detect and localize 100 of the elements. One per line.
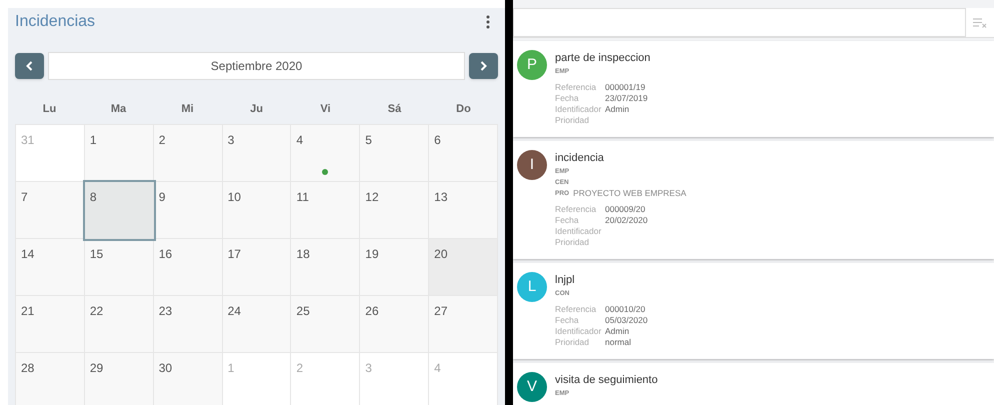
code-value: PROYECTO WEB EMPRESA	[573, 188, 686, 199]
day-number: 26	[365, 304, 379, 318]
calendar-day[interactable]: 4	[291, 125, 360, 182]
card-title: incidencia	[555, 151, 605, 166]
field-label: Fecha	[555, 93, 580, 104]
field-value: 000010/20	[605, 304, 646, 315]
weekday-label: Mi	[180, 102, 195, 118]
calendar-day[interactable]: 22	[84, 296, 154, 353]
month-field: Septiembre 2020	[48, 52, 465, 80]
day-number: 2	[296, 361, 304, 375]
day-number: 28	[21, 361, 34, 375]
calendar-day[interactable]: 28	[16, 353, 85, 405]
field-value: 20/02/2020	[605, 215, 649, 226]
day-number: 12	[365, 190, 379, 204]
field-label: Prioridad	[555, 115, 590, 126]
field-label: Referencia	[555, 82, 598, 93]
day-number: 23	[158, 304, 172, 318]
field-label: Referencia	[555, 204, 598, 215]
calendar-day[interactable]: 13	[429, 182, 498, 239]
calendar-day[interactable]: 17	[222, 239, 292, 296]
day-number: 15	[90, 247, 104, 261]
calendar-day[interactable]: 1	[84, 125, 154, 182]
day-number: 1	[90, 133, 97, 147]
calendar-day[interactable]: 14	[16, 239, 85, 296]
day-number: 7	[21, 190, 28, 204]
day-number: 3	[228, 133, 234, 147]
field-value: Admin	[605, 104, 630, 115]
calendar-day[interactable]: 20	[429, 239, 498, 296]
day-number: 18	[296, 247, 310, 261]
day-number: 11	[296, 190, 309, 204]
avatar: I	[517, 150, 547, 180]
day-number: 8	[90, 190, 97, 204]
calendar-day[interactable]: 2	[154, 125, 223, 182]
card-title: visita de seguimiento	[555, 373, 658, 388]
calendar-day[interactable]: 8	[84, 182, 154, 239]
day-number: 6	[434, 133, 441, 147]
day-number: 9	[158, 190, 166, 204]
field-label: Identificador	[555, 226, 602, 237]
calendar-day[interactable]: 18	[291, 239, 360, 296]
day-number: 27	[434, 304, 448, 318]
calendar-day[interactable]: 25	[291, 296, 360, 353]
chevron-left-icon	[26, 61, 33, 71]
weekday-label: Do	[455, 102, 472, 118]
day-number: 17	[228, 247, 241, 261]
calendar-day[interactable]: 3	[222, 125, 292, 182]
avatar: P	[517, 50, 547, 80]
calendar-day[interactable]: 24	[222, 296, 292, 353]
calendar-day[interactable]: 29	[84, 353, 154, 405]
day-number: 25	[296, 304, 310, 318]
day-number: 4	[296, 133, 304, 147]
day-number: 3	[365, 361, 372, 375]
search-field[interactable]	[513, 8, 966, 37]
field-label: Prioridad	[555, 237, 590, 248]
previous-month-button[interactable]	[15, 53, 44, 79]
calendar-day[interactable]: 27	[429, 296, 498, 353]
day-number: 19	[365, 247, 379, 261]
field-value: Admin	[605, 326, 630, 337]
weekday-label: Ju	[249, 102, 264, 118]
card-title: parte de inspeccion	[555, 51, 650, 66]
day-number: 22	[90, 304, 104, 318]
next-month-button[interactable]	[469, 53, 498, 79]
day-number: 24	[228, 304, 241, 318]
weekday-label: Lu	[42, 102, 58, 118]
day-number: 13	[434, 190, 448, 204]
field-value: 000009/20	[605, 204, 646, 215]
weekday-label: Ma	[110, 102, 128, 118]
field-value: 05/03/2020	[605, 315, 648, 326]
calendar-day[interactable]: 15	[84, 239, 154, 296]
weekday-label: Vi	[319, 102, 332, 118]
calendar-day[interactable]: 5	[360, 125, 430, 182]
calendar-day[interactable]: 23	[154, 296, 223, 353]
calendar-day[interactable]: 16	[154, 239, 223, 296]
day-number: 5	[365, 133, 372, 147]
day-number: 1	[228, 361, 234, 375]
calendar-day[interactable]: 10	[222, 182, 292, 239]
day-number: 10	[228, 190, 241, 204]
field-value: 23/07/2019	[605, 93, 649, 104]
calendar-day[interactable]: 6	[429, 125, 498, 182]
field-label: Prioridad	[555, 337, 590, 348]
field-label: Fecha	[555, 215, 580, 226]
calendar-day[interactable]: 26	[360, 296, 430, 353]
calendar-day[interactable]: 9	[154, 182, 223, 239]
clear-filter-icon	[973, 18, 987, 28]
day-number: 14	[21, 247, 34, 261]
calendar-day[interactable]: 11	[291, 182, 360, 239]
calendar-day[interactable]: 12	[360, 182, 430, 239]
panel-title: Incidencias	[15, 12, 96, 32]
chevron-right-icon	[480, 61, 487, 71]
more-icon[interactable]	[486, 15, 490, 29]
calendar-day[interactable]: 7	[16, 182, 85, 239]
field-value: normal	[605, 337, 632, 348]
avatar: V	[517, 372, 547, 402]
day-number: 16	[158, 247, 172, 261]
calendar-day[interactable]: 30	[154, 353, 223, 405]
day-number: 20	[434, 247, 448, 261]
day-number: 30	[158, 361, 172, 375]
calendar-day[interactable]: 19	[360, 239, 430, 296]
calendar-day[interactable]: 21	[16, 296, 85, 353]
weekday-label: Sá	[386, 102, 402, 118]
field-label: Fecha	[555, 315, 580, 326]
